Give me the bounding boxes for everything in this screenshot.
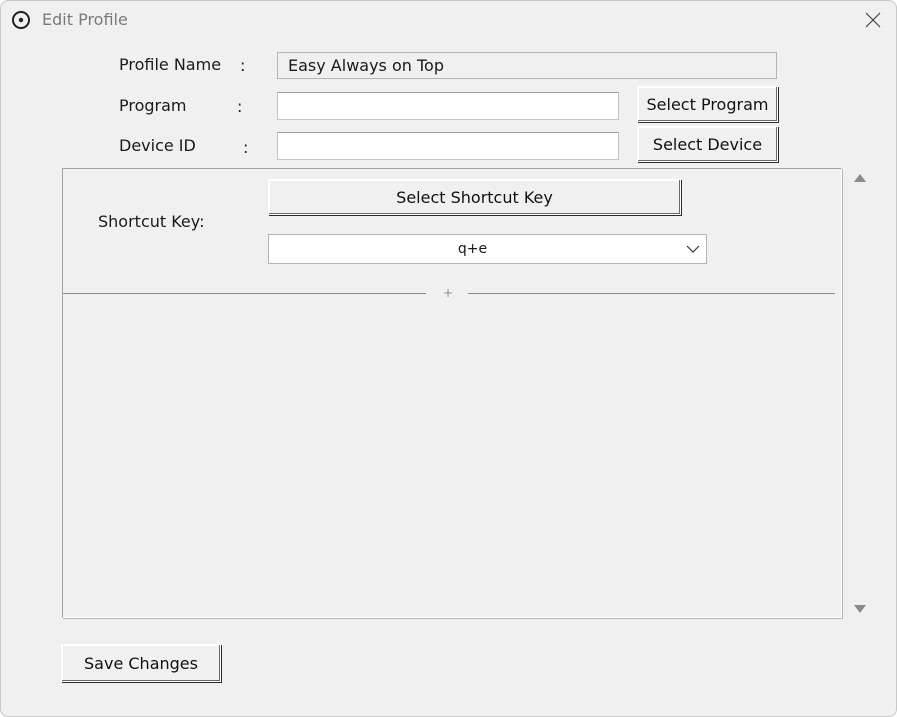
select-program-button[interactable]: Select Program	[637, 86, 778, 122]
device-id-colon: :	[243, 138, 249, 157]
shortcut-key-value: q+e	[457, 241, 488, 257]
title-bar: Edit Profile	[1, 1, 896, 39]
device-id-label: Device ID	[119, 136, 196, 155]
pane-divider[interactable]: +	[63, 286, 841, 300]
device-id-input[interactable]	[277, 132, 619, 160]
profile-name-label: Profile Name	[119, 55, 222, 74]
pane-divider-line-left	[63, 293, 426, 294]
pane-divider-line-right	[468, 293, 835, 294]
program-input[interactable]	[277, 92, 619, 120]
triangle-down-icon[interactable]	[853, 603, 867, 615]
select-device-button[interactable]: Select Device	[637, 126, 778, 162]
edit-profile-window: Edit Profile Profile Name : Easy Always …	[0, 0, 897, 717]
window-title: Edit Profile	[42, 10, 128, 29]
shortcut-key-dropdown[interactable]: q+e	[268, 234, 707, 264]
pane-divider-grip[interactable]: +	[442, 285, 454, 301]
program-label: Program	[119, 96, 187, 115]
profile-name-colon: :	[240, 56, 246, 75]
select-shortcut-key-button[interactable]: Select Shortcut Key	[268, 179, 681, 215]
close-button[interactable]	[850, 1, 896, 39]
profile-name-field: Easy Always on Top	[277, 52, 777, 79]
shortcut-key-label: Shortcut Key:	[98, 212, 205, 231]
shortcut-panel: Shortcut Key: Select Shortcut Key q+e +	[62, 168, 842, 618]
program-colon: :	[237, 97, 243, 116]
app-icon	[12, 11, 30, 29]
save-changes-button[interactable]: Save Changes	[61, 644, 221, 682]
chevron-down-icon	[686, 245, 700, 253]
close-icon	[865, 12, 881, 28]
triangle-up-icon[interactable]	[853, 172, 867, 184]
